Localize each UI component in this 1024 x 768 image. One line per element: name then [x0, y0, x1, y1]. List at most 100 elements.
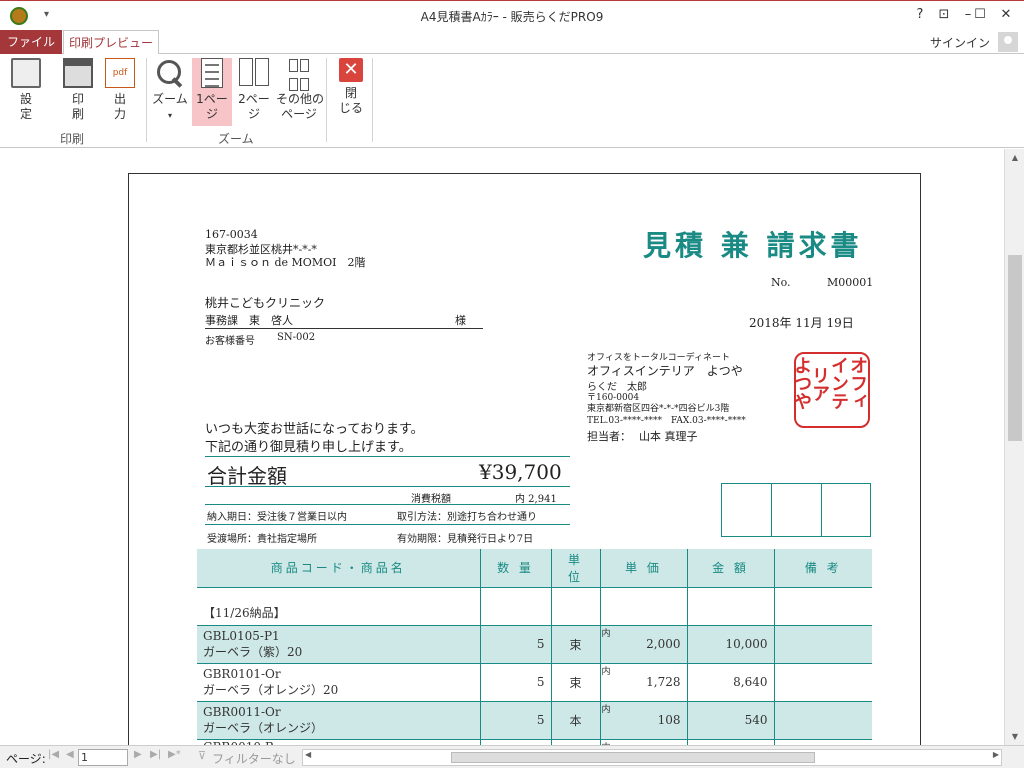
unit-cell: 本	[550, 701, 600, 740]
vertical-scrollbar[interactable]: ▲ ▼	[1004, 149, 1024, 745]
customer-name: 桃井こどもクリニック	[205, 296, 326, 310]
two-page-button[interactable]: 2ペー ジ	[234, 58, 274, 122]
horizontal-scrollbar[interactable]: ◀ ▶	[302, 749, 1002, 766]
product-name: ガーベラ（オレンジ）	[203, 720, 324, 735]
qty-cell: 5	[479, 701, 551, 740]
price-cell: 内 1,728	[599, 663, 687, 702]
page-number-input[interactable]: 1	[78, 749, 128, 766]
customer-no-label: お客様番号	[205, 336, 255, 347]
zoom-group-label: ズーム	[218, 132, 254, 146]
group-separator	[372, 58, 373, 142]
one-page-button[interactable]: 1ペー ジ	[192, 58, 232, 126]
qty-cell: 5	[479, 663, 551, 702]
approval-stamp-boxes	[721, 483, 871, 537]
total-label: 合計金額	[207, 464, 287, 488]
new-record-icon[interactable]: ▶*	[168, 749, 181, 760]
table-row: GBL0105-P1 ガーベラ（紫）20 5 束 内 2,000 10,000	[197, 625, 872, 664]
product-name: ガーベラ（紫）20	[203, 644, 303, 659]
price-cell: 内 2,000	[599, 625, 687, 664]
amount-cell: 540	[686, 701, 774, 740]
inclusive-mark: 内	[601, 628, 611, 639]
inclusive-mark: 内	[601, 666, 611, 677]
delivery-term: 納入期日：受注後７営業日以内	[207, 512, 347, 523]
product-code: GBR0101-Or	[203, 666, 281, 681]
validity: 有効期限：見積発行日より7日	[397, 534, 534, 545]
signin-link[interactable]: サインイン	[930, 34, 990, 51]
output-button[interactable]: pdf 出 力	[102, 58, 138, 122]
vertical-scroll-thumb[interactable]	[1008, 255, 1022, 441]
amount-cell: 10,000	[686, 625, 774, 664]
more-pages-button[interactable]: その他の ページ	[276, 58, 324, 122]
total-amount: ¥39,700	[479, 460, 562, 484]
header-product: 商品コード・商品名	[197, 549, 480, 588]
scroll-up-icon[interactable]: ▲	[1005, 153, 1024, 162]
doc-no-label: No.	[771, 276, 791, 289]
tax-rule	[205, 504, 570, 505]
prev-page-icon[interactable]: ◀	[66, 749, 74, 760]
terms-rule	[205, 524, 570, 525]
product-code: GBR0011-Or	[203, 704, 281, 719]
doc-date: 2018年 11月 19日	[749, 316, 854, 330]
tab-file[interactable]: ファイル	[0, 30, 62, 54]
delivery-place: 受渡場所：貴社指定場所	[207, 534, 317, 545]
customer-underline	[205, 328, 483, 329]
person-label: 担当者：	[587, 430, 631, 443]
avatar[interactable]	[998, 32, 1018, 52]
ribbon-display-button[interactable]: ⊡	[934, 7, 954, 22]
next-page-icon[interactable]: ▶	[134, 749, 142, 760]
help-button[interactable]: ?	[910, 7, 930, 22]
setup-button[interactable]: 設 定	[8, 58, 44, 122]
maximize-button[interactable]: ☐	[970, 7, 990, 22]
total-bottom-rule	[205, 486, 570, 487]
person-name: 山本 真理子	[639, 430, 698, 443]
zoom-button[interactable]: ズーム ▾	[150, 58, 190, 123]
first-page-icon[interactable]: |◀	[48, 749, 59, 760]
scroll-left-icon[interactable]: ◀	[305, 750, 311, 759]
close-preview-button[interactable]: ✕ 閉 じる	[334, 58, 368, 116]
group-separator	[146, 58, 147, 142]
unit-cell: 束	[550, 625, 600, 664]
notes-cell	[773, 625, 872, 664]
print-button[interactable]: 印 刷	[60, 58, 96, 122]
multi-page-icon	[284, 58, 314, 91]
tab-print-preview[interactable]: 印刷プレビュー	[63, 30, 159, 55]
window-title: A4見積書Aｶﾗｰ - 販売らくだPRO9	[420, 10, 604, 24]
table-header-row: 商品コード・商品名 数 量 単 位 単 価 金 額 備 考	[197, 549, 872, 588]
ribbon-tabs: ファイル 印刷プレビュー サインイン	[0, 30, 1024, 55]
single-page-icon	[201, 58, 223, 88]
header-unit: 単 位	[550, 549, 600, 588]
pdf-icon: pdf	[105, 58, 135, 88]
unit-cell: 束	[550, 663, 600, 702]
table-row: GBR0011-Or ガーベラ（オレンジ） 5 本 内 108 540	[197, 701, 872, 740]
qty-cell: 5	[479, 625, 551, 664]
horizontal-scroll-thumb[interactable]	[451, 752, 815, 763]
scroll-down-icon[interactable]: ▼	[1005, 732, 1024, 741]
last-page-icon[interactable]: ▶|	[150, 749, 161, 760]
filter-icon: ⊽	[198, 749, 207, 762]
tax-amount: 内 2,941	[515, 494, 557, 505]
company-seal-stamp: オフィ インテ リア よつや	[794, 352, 870, 428]
header-notes: 備 考	[773, 549, 872, 588]
greeting-line2: 下記の通り御見積り申し上げます。	[205, 440, 412, 455]
customer-no: SN-002	[277, 332, 316, 343]
close-window-button[interactable]: ✕	[996, 7, 1016, 22]
table-row: GBR0101-Or ガーベラ（オレンジ）20 5 束 内 1,728 8,640	[197, 663, 872, 702]
product-name: ガーベラ（オレンジ）20	[203, 682, 339, 697]
doc-no: M00001	[827, 276, 874, 289]
payment-method: 取引方法：別途打ち合わせ通り	[397, 512, 537, 523]
title-bar: ▾ A4見積書Aｶﾗｰ - 販売らくだPRO9 ? ⊡ – ☐ ✕	[0, 0, 1024, 30]
header-price: 単 価	[599, 549, 687, 588]
notes-cell	[773, 701, 872, 740]
print-group-label: 印刷	[60, 132, 85, 146]
group-separator	[326, 58, 327, 142]
scroll-right-icon[interactable]: ▶	[993, 750, 999, 759]
ribbon: 設 定 印 刷 pdf 出 力 印刷 ズーム ▾ 1ペー ジ 2ペー ジ その他の…	[0, 54, 1024, 148]
printer-icon	[63, 58, 93, 88]
customer-address2: Ｍａｉｓｏｎ de MOMOI 2階	[205, 256, 366, 269]
preview-pane[interactable]: 167-0034 東京都杉並区桃井*-*-* Ｍａｉｓｏｎ de MOMOI 2…	[0, 149, 1004, 753]
greeting-line1: いつも大変お世話になっております。	[205, 422, 424, 437]
total-top-rule	[205, 456, 570, 457]
customer-dept: 事務課 東 啓人	[205, 314, 293, 327]
status-bar: ページ: |◀ ◀ 1 ▶ ▶| ▶* ⊽ フィルターなし ◀ ▶	[0, 745, 1024, 768]
filter-status[interactable]: フィルターなし	[212, 750, 296, 767]
